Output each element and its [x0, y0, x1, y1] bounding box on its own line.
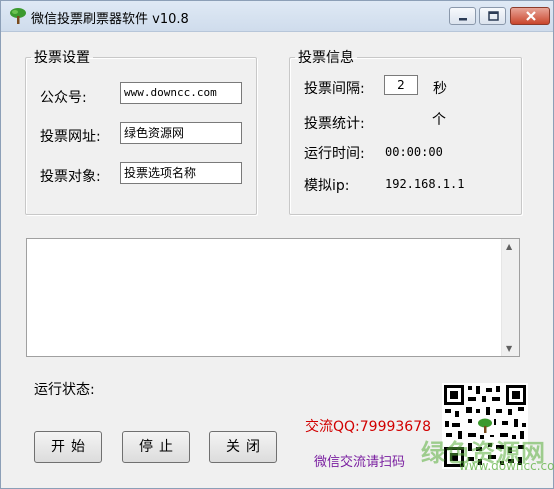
close-button[interactable]: 关闭	[209, 431, 277, 463]
scroll-up-icon[interactable]: ▲	[506, 242, 512, 251]
interval-label: 投票间隔:	[304, 81, 365, 97]
qq-contact-text: 交流QQ:79993678	[305, 419, 432, 435]
run-status-label: 运行状态:	[34, 382, 95, 398]
vote-count-unit: 个	[432, 112, 446, 128]
close-window-button[interactable]	[510, 7, 550, 25]
maximize-icon	[488, 11, 499, 21]
title-bar[interactable]: 微信投票刷票器软件 v10.8	[1, 1, 553, 32]
watermark-url: www.downcc.com	[459, 459, 554, 473]
runtime-value: 00:00:00	[385, 145, 443, 159]
vote-url-input[interactable]: 绿色资源网	[120, 122, 242, 144]
app-window: 微信投票刷票器软件 v10.8 投票设置 公众号: www.downcc.com…	[0, 0, 554, 489]
stop-button[interactable]: 停止	[122, 431, 190, 463]
ip-label: 模拟ip:	[304, 178, 350, 194]
interval-input[interactable]: 2	[384, 75, 418, 95]
minimize-icon	[459, 18, 467, 21]
close-icon	[526, 11, 536, 21]
vote-url-label: 投票网址:	[40, 129, 101, 145]
vote-info-legend: 投票信息	[298, 50, 354, 66]
runtime-label: 运行时间:	[304, 146, 365, 162]
tree-icon	[10, 8, 26, 24]
minimize-button[interactable]	[449, 7, 476, 25]
vote-target-input[interactable]: 投票选项名称	[120, 162, 242, 184]
vote-count-label: 投票统计:	[304, 116, 365, 132]
start-button[interactable]: 开始	[34, 431, 102, 463]
account-label: 公众号:	[40, 90, 87, 106]
wechat-scan-text: 微信交流请扫码	[314, 455, 406, 470]
log-textarea[interactable]: ▲ ▼	[26, 238, 520, 357]
account-input[interactable]: www.downcc.com	[120, 82, 242, 104]
interval-unit: 秒	[433, 81, 447, 97]
ip-value: 192.168.1.1	[385, 177, 465, 191]
window-title: 微信投票刷票器软件 v10.8	[31, 12, 189, 27]
scroll-down-icon[interactable]: ▼	[506, 344, 512, 353]
vote-target-label: 投票对象:	[40, 169, 101, 185]
log-scrollbar[interactable]: ▲ ▼	[501, 239, 519, 356]
vote-settings-legend: 投票设置	[34, 50, 90, 66]
maximize-button[interactable]	[479, 7, 506, 25]
